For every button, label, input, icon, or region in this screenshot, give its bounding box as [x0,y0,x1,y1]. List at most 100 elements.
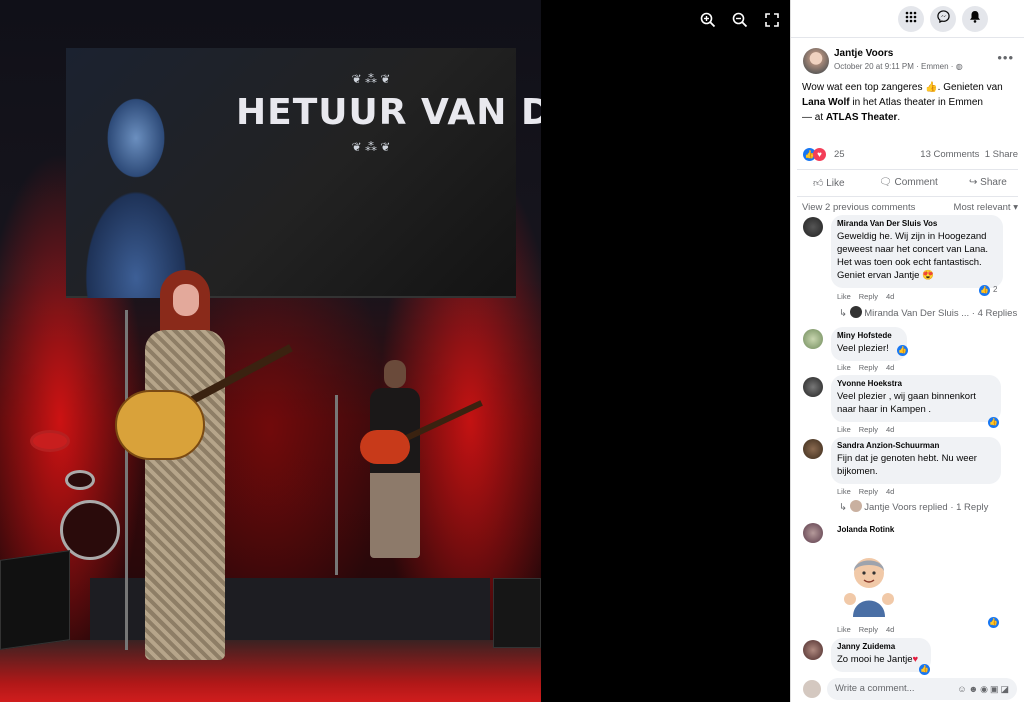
comment-label: Comment [894,177,938,188]
share-count[interactable]: 1 Share [985,149,1018,160]
electric-guitar [360,430,410,464]
share-label: Share [980,177,1007,188]
fullscreen-icon[interactable] [761,12,783,34]
comment-line: Geniet ervan Jantje 😍 [837,269,995,282]
share-icon: ↪ [969,177,978,188]
view-replies-link[interactable]: ↳ Miranda Van Der Sluis ... · 4 Replies [839,306,1017,319]
avatar[interactable] [803,217,823,237]
comment-reply-link[interactable]: Reply [859,487,878,496]
camera-icon[interactable]: ◉ [980,684,990,694]
comment-like-link[interactable]: Like [837,425,851,434]
view-previous-comments-link[interactable]: View 2 previous comments [802,202,915,213]
avatar[interactable] [803,680,821,698]
comment-meta: Like Reply 4d [837,625,902,634]
commenter-name[interactable]: Yvonne Hoekstra [837,379,993,388]
post-header: Jantje Voors October 20 at 9:11 PM · Emm… [791,38,1024,78]
comment-meta: Like Reply 4d [837,425,902,434]
commenter-name[interactable]: Jolanda Rotink [837,525,894,534]
commenter-name[interactable]: Janny Zuidema [837,642,923,651]
stage-floor [0,640,541,702]
commenter-name[interactable]: Sandra Anzion-Schuurman [837,441,993,450]
comment-line: Zo mooi he Jantje [837,654,913,665]
avatar[interactable] [803,439,823,459]
comment-line: Veel plezier! [837,343,889,354]
comment-line-text: Geniet ervan Jantje [837,270,920,281]
place-link[interactable]: ATLAS Theater [826,112,898,123]
stage-video-screen: ❦ ⁂ ❦ HETUUR VAN DE WOLF ❦ ⁂ ❦ [66,48,541,298]
reaction-count[interactable]: 25 [834,149,845,160]
guitarist-body [370,388,420,558]
comment-reaction-count[interactable]: 2 [993,285,997,294]
comment-button[interactable]: 🗨︎ Comment [879,177,938,188]
post-text-mid: . Genieten van [937,82,1003,93]
comment-text: Veel plezier , wij gaan binnenkort naar … [837,390,993,416]
comment-input-icons: ☺☻◉▣◪ [957,678,1011,700]
at-suffix: . [897,112,901,123]
chevron-down-icon: ▾ [1013,202,1018,213]
avatar[interactable] [803,329,823,349]
emoji-icon[interactable]: ☻ [969,684,980,694]
comment-line: Fijn dat je genoten hebt. Nu weer [837,453,977,464]
zoom-out-icon[interactable] [729,12,751,34]
guitarist-figure [360,360,483,560]
comment-bubble: Sandra Anzion-Schuurman Fijn dat je geno… [831,437,1001,484]
heart-emoji-icon: ♥ [912,654,919,665]
like-reaction-icon: 👍 [919,664,930,675]
comment-text: Geweldig he. Wij zijn in Hoogezand gewee… [837,230,995,282]
comment-time[interactable]: 4d [886,425,894,434]
reaction-icons[interactable]: 👍 ♥ [803,148,826,161]
artist-link[interactable]: Lana Wolf [802,97,850,108]
mic-stand [335,395,338,575]
commenter-name[interactable]: Miny Hofstede [837,331,899,340]
post-actions: 👍︎ Like 🗨︎ Comment ↪ Share [797,169,1018,197]
comment-like-link[interactable]: Like [837,625,851,634]
singer-suit [145,330,225,660]
avatar-sticker-icon[interactable]: ☺ [957,684,968,694]
drum-kit [10,400,130,570]
like-button[interactable]: 👍︎ Like [813,177,845,189]
gif-icon[interactable]: ▣ [990,684,1001,694]
like-reaction-icon: 👍 [988,617,999,628]
comment-line: bijkomen. [837,466,878,477]
bell-icon[interactable] [962,6,988,32]
comment-input[interactable]: Write a comment... ☺☻◉▣◪ [827,678,1017,700]
sticker-image[interactable] [839,551,899,617]
sort-dropdown[interactable]: Most relevant ▾ [954,202,1018,213]
share-button[interactable]: ↪ Share [969,177,1007,188]
avatar[interactable] [803,48,829,74]
tom-drum [30,430,70,452]
concert-photo[interactable]: ❦ ⁂ ❦ HETUUR VAN DE WOLF ❦ ⁂ ❦ [0,0,541,702]
comment-bubble: Yvonne Hoekstra Veel plezier , wij gaan … [831,375,1001,422]
post-text-suffix: in het Atlas theater in Emmen [849,97,983,108]
avatar[interactable] [803,377,823,397]
comment-reply-link[interactable]: Reply [859,292,878,301]
comment-like-link[interactable]: Like [837,363,851,372]
commenter-name[interactable]: Miranda Van Der Sluis Vos [837,219,995,228]
photo-viewer: ❦ ⁂ ❦ HETUUR VAN DE WOLF ❦ ⁂ ❦ [0,0,790,702]
view-replies-link[interactable]: ↳ Jantje Voors replied · 1 Reply [839,500,988,513]
avatar[interactable] [803,523,823,543]
post-timestamp[interactable]: October 20 at 9:11 PM · Emmen · ◍ [834,62,963,71]
comment-reply-link[interactable]: Reply [859,363,878,372]
zoom-in-icon[interactable] [697,12,719,34]
reply-arrow-icon: ↳ [839,502,847,513]
comment-reply-link[interactable]: Reply [859,425,878,434]
author-name[interactable]: Jantje Voors [834,48,893,59]
messenger-icon[interactable] [930,6,956,32]
comment-time[interactable]: 4d [886,363,894,372]
comment-time[interactable]: 4d [886,487,894,496]
comment-bubble: Miny Hofstede Veel plezier! [831,327,907,361]
comment-line: Het was toen ook echt fantastisch. [837,257,982,268]
comment-bubble: Miranda Van Der Sluis Vos Geweldig he. W… [831,215,1003,288]
comment-bubble: Janny Zuidema Zo mooi he Jantje♥ [831,638,931,672]
comment-time[interactable]: 4d [886,625,894,634]
comment-count[interactable]: 13 Comments [920,149,979,160]
comment-time[interactable]: 4d [886,292,894,301]
comment-like-link[interactable]: Like [837,487,851,496]
comment-reply-link[interactable]: Reply [859,625,878,634]
menu-grid-icon[interactable] [898,6,924,32]
more-options-icon[interactable]: ••• [997,50,1014,65]
sticker-icon[interactable]: ◪ [1000,684,1011,694]
comment-like-link[interactable]: Like [837,292,851,301]
avatar[interactable] [803,640,823,660]
